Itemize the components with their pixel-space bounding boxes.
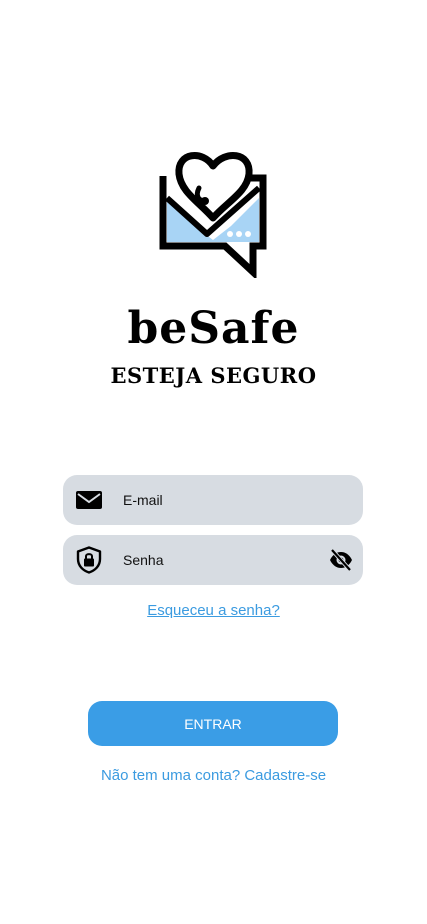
login-screen: beSafe ESTEJA SEGURO Esqueceu a senha? E…	[0, 0, 427, 924]
email-input[interactable]	[123, 475, 313, 525]
password-field[interactable]	[63, 535, 363, 585]
mail-icon	[76, 491, 102, 509]
eye-off-icon[interactable]	[329, 548, 353, 572]
email-field[interactable]	[63, 475, 363, 525]
password-input[interactable]	[123, 535, 313, 585]
brand-name: beSafe	[127, 303, 300, 354]
signup-link[interactable]: Não tem uma conta? Cadastre-se	[0, 767, 427, 784]
besafe-logo-icon	[159, 152, 267, 278]
login-button[interactable]: ENTRAR	[88, 701, 338, 746]
lock-shield-icon	[76, 546, 102, 574]
brand-tagline: ESTEJA SEGURO	[110, 363, 317, 388]
forgot-password-link[interactable]: Esqueceu a senha?	[0, 602, 427, 619]
